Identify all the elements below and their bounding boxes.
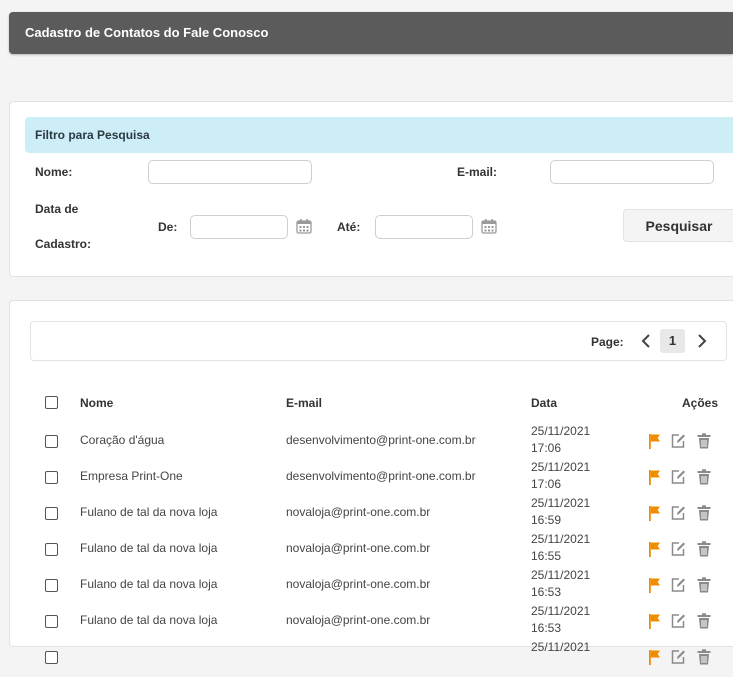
row-date-day: 25/11/2021 — [531, 568, 591, 582]
table-row: Empresa Print-One desenvolvimento@print-o… — [10, 459, 733, 497]
table-row: Fulano de tal da nova loja novaloja@print… — [10, 531, 733, 569]
row-date: 25/11/2021 16:53 — [531, 567, 590, 601]
email-input[interactable] — [550, 160, 714, 184]
row-date-time: 16:53 — [531, 621, 562, 635]
edit-icon[interactable] — [669, 504, 687, 522]
row-checkbox[interactable] — [45, 471, 58, 484]
row-date-time: 16:55 — [531, 549, 562, 563]
pagination-bar: Page: 1 — [30, 321, 727, 361]
row-name: Coração d'água — [80, 433, 165, 447]
date-from-input[interactable] — [190, 215, 288, 239]
to-label: Até: — [337, 220, 361, 234]
row-date: 25/11/2021 17:06 — [531, 423, 590, 457]
results-panel: Page: 1 Nome E-mail Data Ações Coração d… — [9, 300, 733, 665]
row-date-day: 25/11/2021 — [531, 460, 591, 474]
row-date-time: 16:53 — [531, 585, 562, 599]
row-date-time: 17:06 — [531, 441, 562, 455]
row-checkbox[interactable] — [45, 543, 58, 556]
select-all-checkbox[interactable] — [45, 396, 58, 409]
row-date-day: 25/11/2021 — [531, 640, 591, 654]
date-to-input[interactable] — [375, 215, 473, 239]
name-label: Nome: — [35, 165, 73, 179]
calendar-icon[interactable] — [296, 218, 312, 234]
edit-icon[interactable] — [669, 612, 687, 630]
filter-title: Filtro para Pesquisa — [35, 128, 150, 142]
row-checkbox[interactable] — [45, 507, 58, 520]
page-title: Cadastro de Contatos do Fale Conosco — [25, 25, 269, 40]
column-header-name[interactable]: Nome — [80, 396, 113, 410]
date-label-line1: Data de — [35, 202, 79, 216]
trash-icon[interactable] — [695, 576, 713, 594]
email-label: E-mail: — [457, 165, 498, 179]
current-page-button[interactable]: 1 — [660, 329, 685, 353]
from-label: De: — [158, 220, 178, 234]
edit-icon[interactable] — [669, 648, 687, 666]
row-date-day: 25/11/2021 — [531, 424, 591, 438]
trash-icon[interactable] — [695, 648, 713, 666]
row-date: 25/11/2021 16:59 — [531, 495, 590, 529]
chevron-right-icon[interactable] — [694, 333, 708, 349]
flag-icon[interactable] — [646, 468, 664, 486]
row-date: 25/11/2021 — [531, 639, 590, 656]
row-date-day: 25/11/2021 — [531, 496, 591, 510]
edit-icon[interactable] — [669, 468, 687, 486]
flag-icon[interactable] — [646, 648, 664, 666]
column-header-date[interactable]: Data — [531, 396, 557, 410]
column-header-email[interactable]: E-mail — [286, 396, 322, 410]
date-label-line2: Cadastro: — [35, 237, 92, 251]
row-checkbox[interactable] — [45, 435, 58, 448]
page-label: Page: — [591, 335, 624, 349]
edit-icon[interactable] — [669, 540, 687, 558]
flag-icon[interactable] — [646, 540, 664, 558]
row-date: 25/11/2021 16:55 — [531, 531, 590, 565]
flag-icon[interactable] — [646, 612, 664, 630]
trash-icon[interactable] — [695, 468, 713, 486]
row-email: desenvolvimento@print-one.com.br — [286, 469, 476, 483]
filter-panel: Filtro para Pesquisa Nome: E-mail: Data … — [9, 101, 733, 277]
row-name: Empresa Print-One — [80, 469, 183, 483]
row-date: 25/11/2021 17:06 — [531, 459, 590, 493]
row-date-time: 16:59 — [531, 513, 562, 527]
flag-icon[interactable] — [646, 576, 664, 594]
row-checkbox[interactable] — [45, 579, 58, 592]
chevron-left-icon[interactable] — [640, 333, 654, 349]
column-header-actions: Ações — [682, 396, 719, 410]
calendar-icon[interactable] — [481, 218, 497, 234]
row-email: novaloja@print-one.com.br — [286, 577, 431, 591]
table-row: 25/11/2021 — [10, 639, 733, 677]
table-row: Fulano de tal da nova loja novaloja@print… — [10, 603, 733, 641]
row-date-day: 25/11/2021 — [531, 532, 591, 546]
flag-icon[interactable] — [646, 504, 664, 522]
row-email: novaloja@print-one.com.br — [286, 613, 431, 627]
filter-header: Filtro para Pesquisa — [25, 117, 733, 153]
row-email: novaloja@print-one.com.br — [286, 505, 431, 519]
trash-icon[interactable] — [695, 432, 713, 450]
flag-icon[interactable] — [646, 432, 664, 450]
trash-icon[interactable] — [695, 612, 713, 630]
edit-icon[interactable] — [669, 432, 687, 450]
row-name: Fulano de tal da nova loja — [80, 613, 218, 627]
row-email: desenvolvimento@print-one.com.br — [286, 433, 476, 447]
row-checkbox[interactable] — [45, 615, 58, 628]
row-checkbox[interactable] — [45, 651, 58, 664]
trash-icon[interactable] — [695, 504, 713, 522]
row-email: novaloja@print-one.com.br — [286, 541, 431, 555]
name-input[interactable] — [148, 160, 312, 184]
row-date-day: 25/11/2021 — [531, 604, 591, 618]
row-date-time: 17:06 — [531, 477, 562, 491]
table-row: Fulano de tal da nova loja novaloja@print… — [10, 567, 733, 605]
table-row: Coração d'água desenvolvimento@print-one.… — [10, 423, 733, 461]
page-header: Cadastro de Contatos do Fale Conosco — [9, 12, 733, 54]
row-date: 25/11/2021 16:53 — [531, 603, 590, 637]
search-button[interactable]: Pesquisar — [623, 209, 733, 242]
row-name: Fulano de tal da nova loja — [80, 577, 218, 591]
table-row: Fulano de tal da nova loja novaloja@print… — [10, 495, 733, 533]
edit-icon[interactable] — [669, 576, 687, 594]
trash-icon[interactable] — [695, 540, 713, 558]
row-name: Fulano de tal da nova loja — [80, 505, 218, 519]
row-name: Fulano de tal da nova loja — [80, 541, 218, 555]
